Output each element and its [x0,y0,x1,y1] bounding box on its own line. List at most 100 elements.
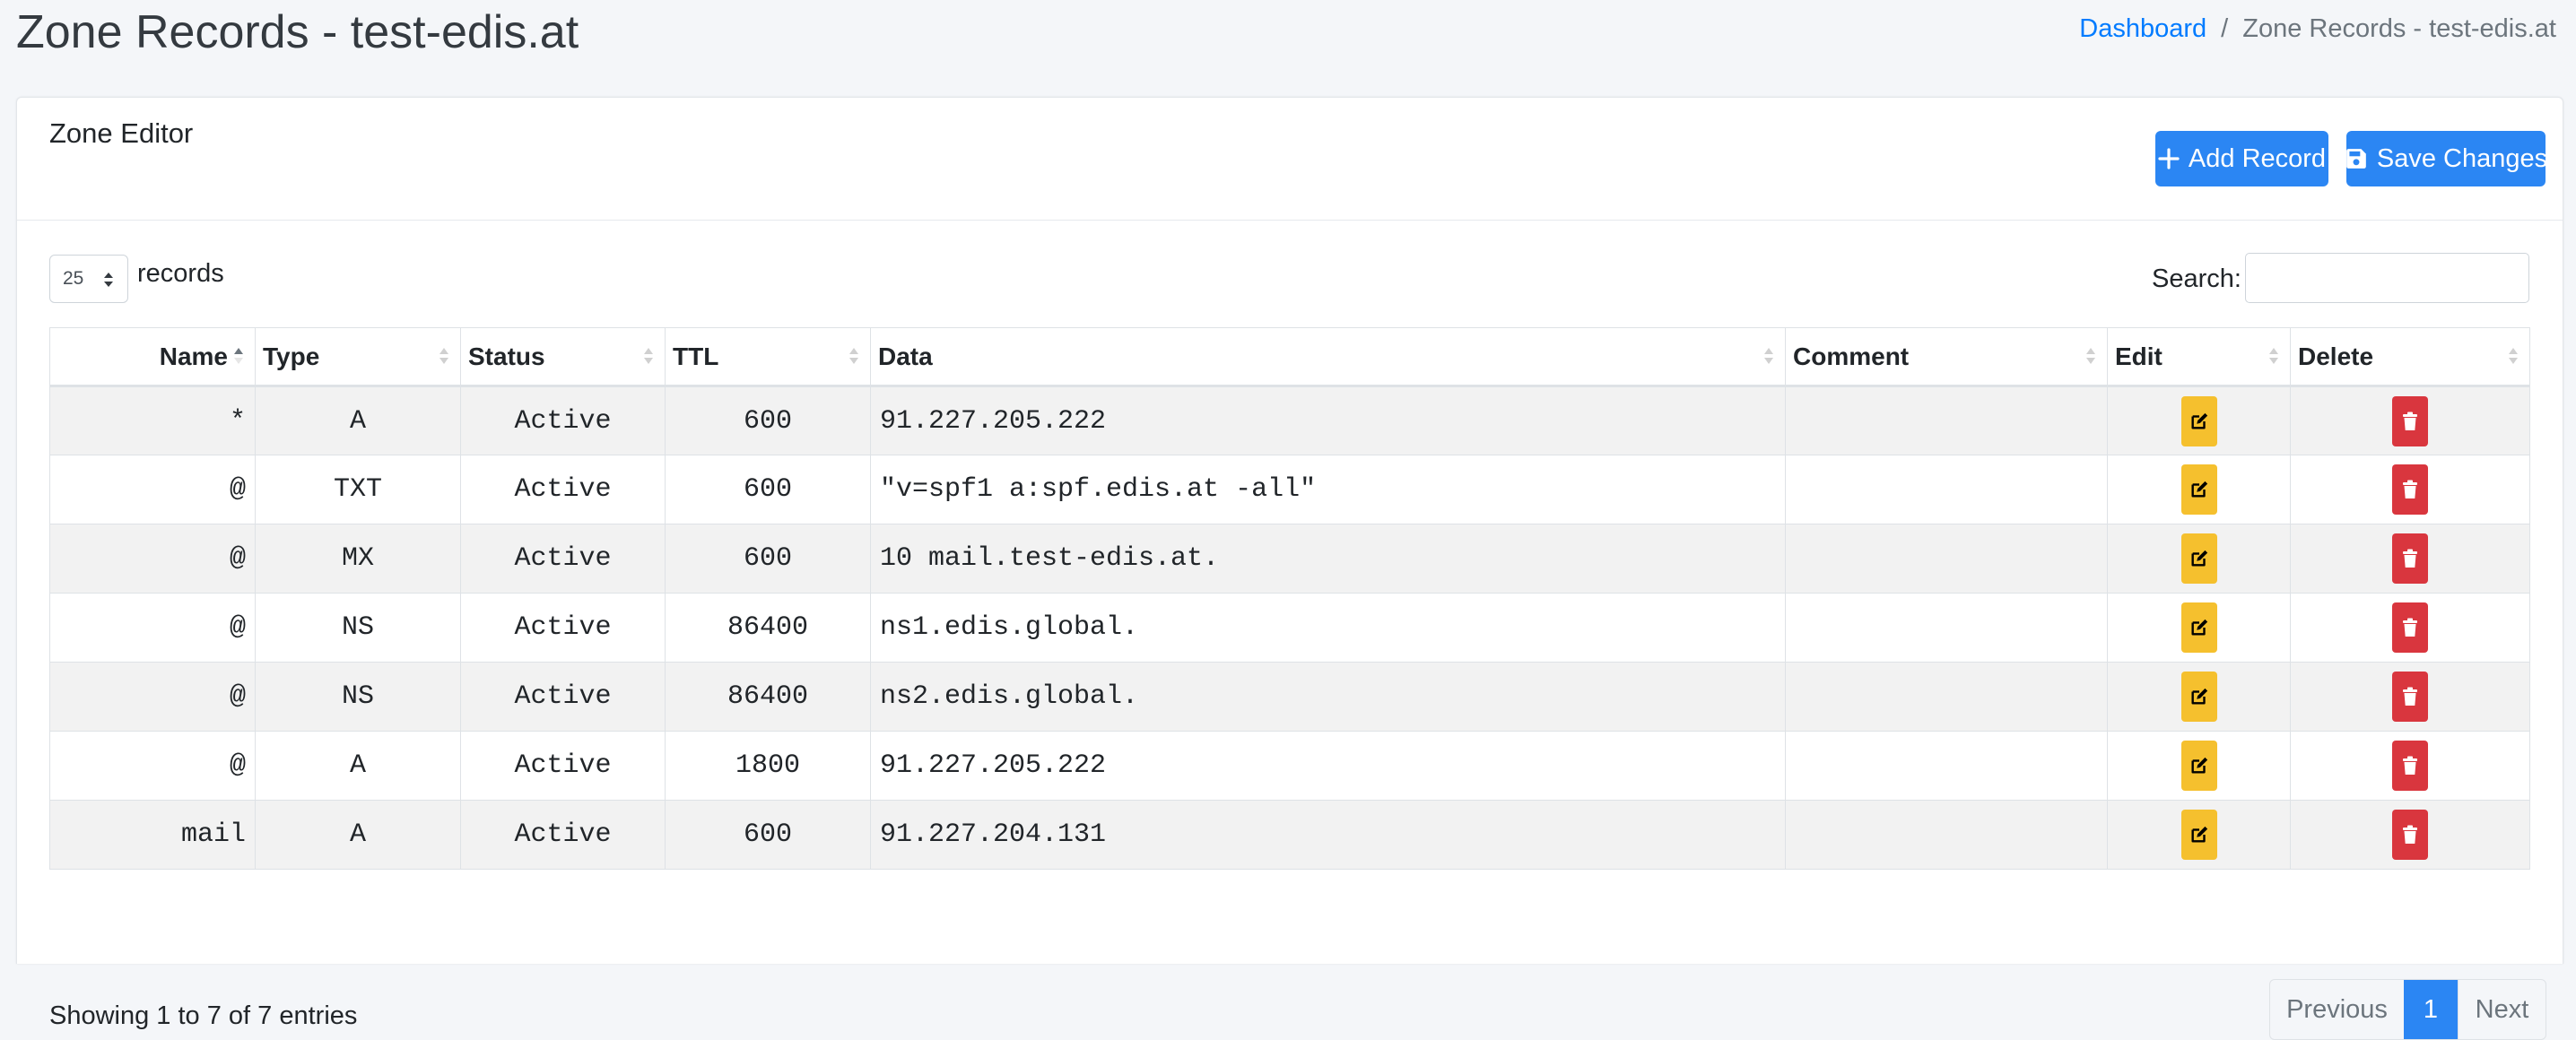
column-header-label: Type [263,342,320,370]
delete-button[interactable] [2392,672,2428,722]
cell-comment [1785,731,2108,801]
cell-delete [2290,455,2530,524]
pagination-page-1[interactable]: 1 [2404,980,2458,1039]
cell-name: * [49,386,256,455]
column-header-label: Name [159,342,228,370]
search-input[interactable] [2245,253,2529,303]
delete-button[interactable] [2392,602,2428,653]
trash-icon [2402,480,2418,499]
delete-button[interactable] [2392,533,2428,584]
sort-ascending-icon [233,342,244,369]
edit-button[interactable] [2180,672,2217,722]
trash-icon [2402,756,2418,776]
edit-icon [2189,549,2209,568]
cell-edit [2107,800,2291,870]
pagination-previous[interactable]: Previous [2270,980,2404,1039]
cell-status: Active [460,593,666,663]
cell-comment [1785,800,2108,870]
edit-icon [2189,618,2209,637]
cell-delete [2290,731,2530,801]
column-header-label: Comment [1793,342,1910,370]
cell-delete [2290,800,2530,870]
cell-type: NS [255,593,461,663]
edit-button[interactable] [2180,464,2217,515]
save-changes-button[interactable]: Save Changes [2346,131,2548,186]
cell-ttl: 86400 [665,593,871,663]
column-header-comment[interactable]: Comment [1785,327,2108,387]
column-header-edit[interactable]: Edit [2107,327,2291,387]
cell-name: @ [49,662,256,732]
page-title: Zone Records - test-edis.at [16,6,579,58]
cell-ttl: 86400 [665,662,871,732]
cell-comment [1785,662,2108,732]
cell-type: A [255,386,461,455]
cell-name: mail [49,800,256,870]
cell-delete [2290,386,2530,455]
table-header-row: Name Type Status TTL Data Comment Edit D… [49,327,2530,387]
cell-ttl: 600 [665,386,871,455]
cell-ttl: 600 [665,524,871,594]
sort-icon [849,342,859,369]
cell-data: ns2.edis.global. [870,662,1786,732]
table-row: @ MX Active 600 10 mail.test-edis.at. [49,524,2530,594]
cell-type: NS [255,662,461,732]
delete-button[interactable] [2392,741,2428,791]
edit-button[interactable] [2180,533,2217,584]
sort-icon [2508,342,2519,369]
cell-comment [1785,524,2108,594]
breadcrumb: Dashboard / Zone Records - test-edis.at [2079,13,2556,45]
cell-name: @ [49,731,256,801]
cell-name: @ [49,524,256,594]
column-header-delete[interactable]: Delete [2290,327,2530,387]
cell-data: 91.227.205.222 [870,386,1786,455]
cell-edit [2107,386,2291,455]
cell-comment [1785,455,2108,524]
cell-edit [2107,524,2291,594]
edit-button[interactable] [2180,810,2217,860]
cell-status: Active [460,524,666,594]
cell-data: 91.227.205.222 [870,731,1786,801]
pagination-next[interactable]: Next [2458,980,2546,1039]
edit-icon [2189,756,2209,776]
edit-button[interactable] [2180,395,2217,446]
search-label: Search: [2152,264,2241,293]
column-header-name[interactable]: Name [49,327,256,387]
column-header-status[interactable]: Status [460,327,666,387]
edit-button[interactable] [2180,741,2217,791]
breadcrumb-dashboard-link[interactable]: Dashboard [2079,14,2206,43]
sort-icon [1763,342,1774,369]
sort-icon [643,342,654,369]
cell-edit [2107,455,2291,524]
edit-icon [2189,412,2209,431]
delete-button[interactable] [2392,464,2428,515]
cell-delete [2290,593,2530,663]
cell-ttl: 600 [665,455,871,524]
column-header-label: Edit [2115,342,2163,370]
cell-edit [2107,731,2291,801]
edit-button[interactable] [2180,602,2217,653]
table-row: * A Active 600 91.227.205.222 [49,386,2530,455]
table-row: mail A Active 600 91.227.204.131 [49,800,2530,870]
plus-icon [2158,148,2180,169]
cell-edit [2107,662,2291,732]
add-record-button[interactable]: Add Record [2155,131,2328,186]
pagination: Previous 1 Next [2269,979,2546,1040]
column-header-label: TTL [673,342,719,370]
delete-button[interactable] [2392,810,2428,860]
card-title: Zone Editor [49,117,194,149]
cell-type: A [255,731,461,801]
edit-icon [2189,687,2209,706]
column-header-data[interactable]: Data [870,327,1786,387]
cell-name: @ [49,593,256,663]
save-changes-label: Save Changes [2376,143,2548,173]
cell-delete [2290,662,2530,732]
cell-comment [1785,593,2108,663]
cell-name: @ [49,455,256,524]
cell-type: A [255,800,461,870]
delete-button[interactable] [2392,395,2428,446]
edit-icon [2189,825,2209,845]
page-length-select[interactable]: 25 [49,255,128,303]
cell-type: TXT [255,455,461,524]
column-header-ttl[interactable]: TTL [665,327,871,387]
column-header-type[interactable]: Type [255,327,461,387]
